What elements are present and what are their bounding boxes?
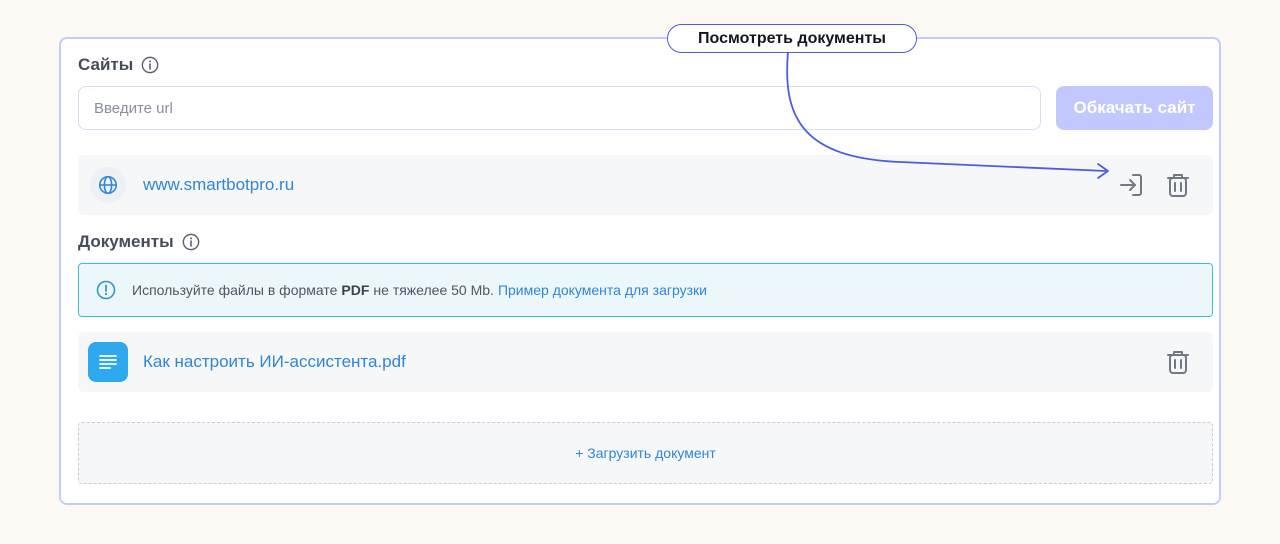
delete-site-icon[interactable] <box>1164 171 1192 199</box>
sample-document-link[interactable]: Пример документа для загрузки <box>498 282 707 298</box>
url-input[interactable] <box>78 86 1041 130</box>
file-format-notice: Используйте файлы в формате PDF не тяжел… <box>78 263 1213 317</box>
document-list-item: Как настроить ИИ-ассистента.pdf <box>78 332 1213 392</box>
view-documents-callout: Посмотреть документы <box>667 24 917 53</box>
site-list-item: www.smartbotpro.ru <box>78 155 1213 215</box>
document-icon <box>88 342 128 382</box>
documents-label: Документы <box>78 232 174 251</box>
crawl-site-button[interactable]: Обкачать сайт <box>1056 86 1213 130</box>
open-documents-icon[interactable] <box>1117 171 1145 199</box>
sites-label: Сайты <box>78 55 134 74</box>
delete-document-icon[interactable] <box>1164 348 1192 376</box>
sites-section-header: Сайты <box>78 55 159 75</box>
info-icon[interactable] <box>141 56 159 74</box>
globe-icon <box>90 167 126 203</box>
documents-section-header: Документы <box>78 232 200 252</box>
upload-document-button[interactable]: + Загрузить документ <box>78 422 1213 484</box>
notice-format: PDF <box>341 282 370 298</box>
alert-circle-icon <box>96 280 116 300</box>
site-url-link[interactable]: www.smartbotpro.ru <box>143 155 294 215</box>
notice-text-suffix: не тяжелее 50 Mb. <box>373 282 494 298</box>
document-name-link[interactable]: Как настроить ИИ-ассистента.pdf <box>143 332 406 392</box>
info-icon[interactable] <box>182 233 200 251</box>
notice-text-prefix: Используйте файлы в формате <box>132 282 338 298</box>
